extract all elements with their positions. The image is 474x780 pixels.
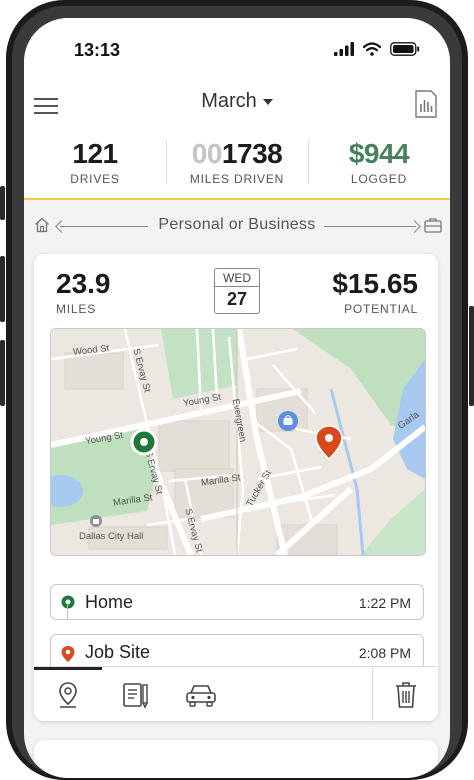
phone-screen: 13:13 March 121 DRIVES 001738 MILES DRIV… <box>24 18 450 778</box>
car-icon[interactable] <box>184 681 218 709</box>
trip-date-dow: WED <box>215 269 259 287</box>
toolbar-divider <box>372 667 373 721</box>
classify-swipe-row[interactable]: Personal or Business <box>24 208 450 242</box>
trip-date-badge: WED 27 <box>214 268 260 314</box>
map-label-dallas-city-hall: Dallas City Hall <box>79 531 144 542</box>
next-trip-card[interactable] <box>34 740 438 778</box>
trip-miles-label: MILES <box>56 302 97 316</box>
stop-end[interactable]: Job Site 2:08 PM <box>50 634 424 670</box>
stat-miles[interactable]: 001738 MILES DRIVEN <box>166 136 308 198</box>
battery-icon <box>390 42 420 56</box>
trip-miles: 23.9 MILES <box>56 268 111 316</box>
stop-start-time: 1:22 PM <box>358 595 411 611</box>
app-header: March <box>24 80 450 136</box>
map-pin-icon[interactable] <box>57 681 79 709</box>
wifi-icon <box>363 42 381 56</box>
trip-potential-value: $15.65 <box>332 268 418 299</box>
drives-label: DRIVES <box>70 172 120 186</box>
chevron-down-icon <box>262 98 273 105</box>
trip-card[interactable]: 23.9 MILES WED 27 $15.65 POTENTIAL Wood … <box>34 254 438 721</box>
end-pin-icon <box>61 646 75 662</box>
trip-date-day: 27 <box>226 289 248 309</box>
trip-potential-label: POTENTIAL <box>344 302 418 316</box>
report-icon[interactable] <box>414 90 438 118</box>
stats-summary: 121 DRIVES 001738 MILES DRIVEN $944 LOGG… <box>24 136 450 200</box>
stop-end-name: Job Site <box>85 642 151 662</box>
notes-icon[interactable] <box>122 681 150 709</box>
trip-potential: $15.65 POTENTIAL <box>332 268 418 316</box>
start-dot-icon <box>61 595 75 609</box>
miles-leading-zeros: 00 <box>191 138 223 169</box>
stat-drives[interactable]: 121 DRIVES <box>24 136 166 198</box>
stop-connector <box>67 603 68 619</box>
side-button-volume-down <box>0 340 5 406</box>
end-marker-icon <box>315 425 343 461</box>
month-label: March <box>201 90 257 112</box>
logged-value: $944 <box>348 138 410 169</box>
trash-icon[interactable] <box>394 681 418 709</box>
side-button-mute <box>0 186 5 220</box>
status-icons <box>334 42 420 56</box>
side-button-power <box>469 306 474 406</box>
briefcase-icon[interactable] <box>424 217 442 233</box>
classify-label: Personal or Business <box>158 216 316 233</box>
month-selector[interactable]: March <box>24 90 450 113</box>
stop-end-time: 2:08 PM <box>358 645 411 661</box>
miles-label: MILES DRIVEN <box>189 172 285 186</box>
swipe-line-right <box>324 226 416 227</box>
signal-icon <box>334 42 354 56</box>
active-tab-indicator <box>34 667 102 670</box>
miles-driven-value: 001738 <box>166 138 308 170</box>
status-bar: 13:13 <box>24 18 450 80</box>
drives-value: 121 <box>72 138 118 169</box>
stop-start[interactable]: Home 1:22 PM <box>50 584 424 620</box>
side-button-volume-up <box>0 256 5 322</box>
logged-label: LOGGED <box>350 172 408 186</box>
stat-logged[interactable]: $944 LOGGED <box>308 136 450 198</box>
status-time: 13:13 <box>74 40 121 60</box>
trip-map[interactable]: Wood St S Ervay St Young St Young St Eve… <box>50 328 426 556</box>
stop-start-name: Home <box>85 592 134 612</box>
start-marker-icon <box>130 428 158 456</box>
trip-card-toolbar <box>34 666 438 721</box>
trip-miles-value: 23.9 <box>56 268 111 299</box>
miles-digits: 1738 <box>221 138 283 169</box>
